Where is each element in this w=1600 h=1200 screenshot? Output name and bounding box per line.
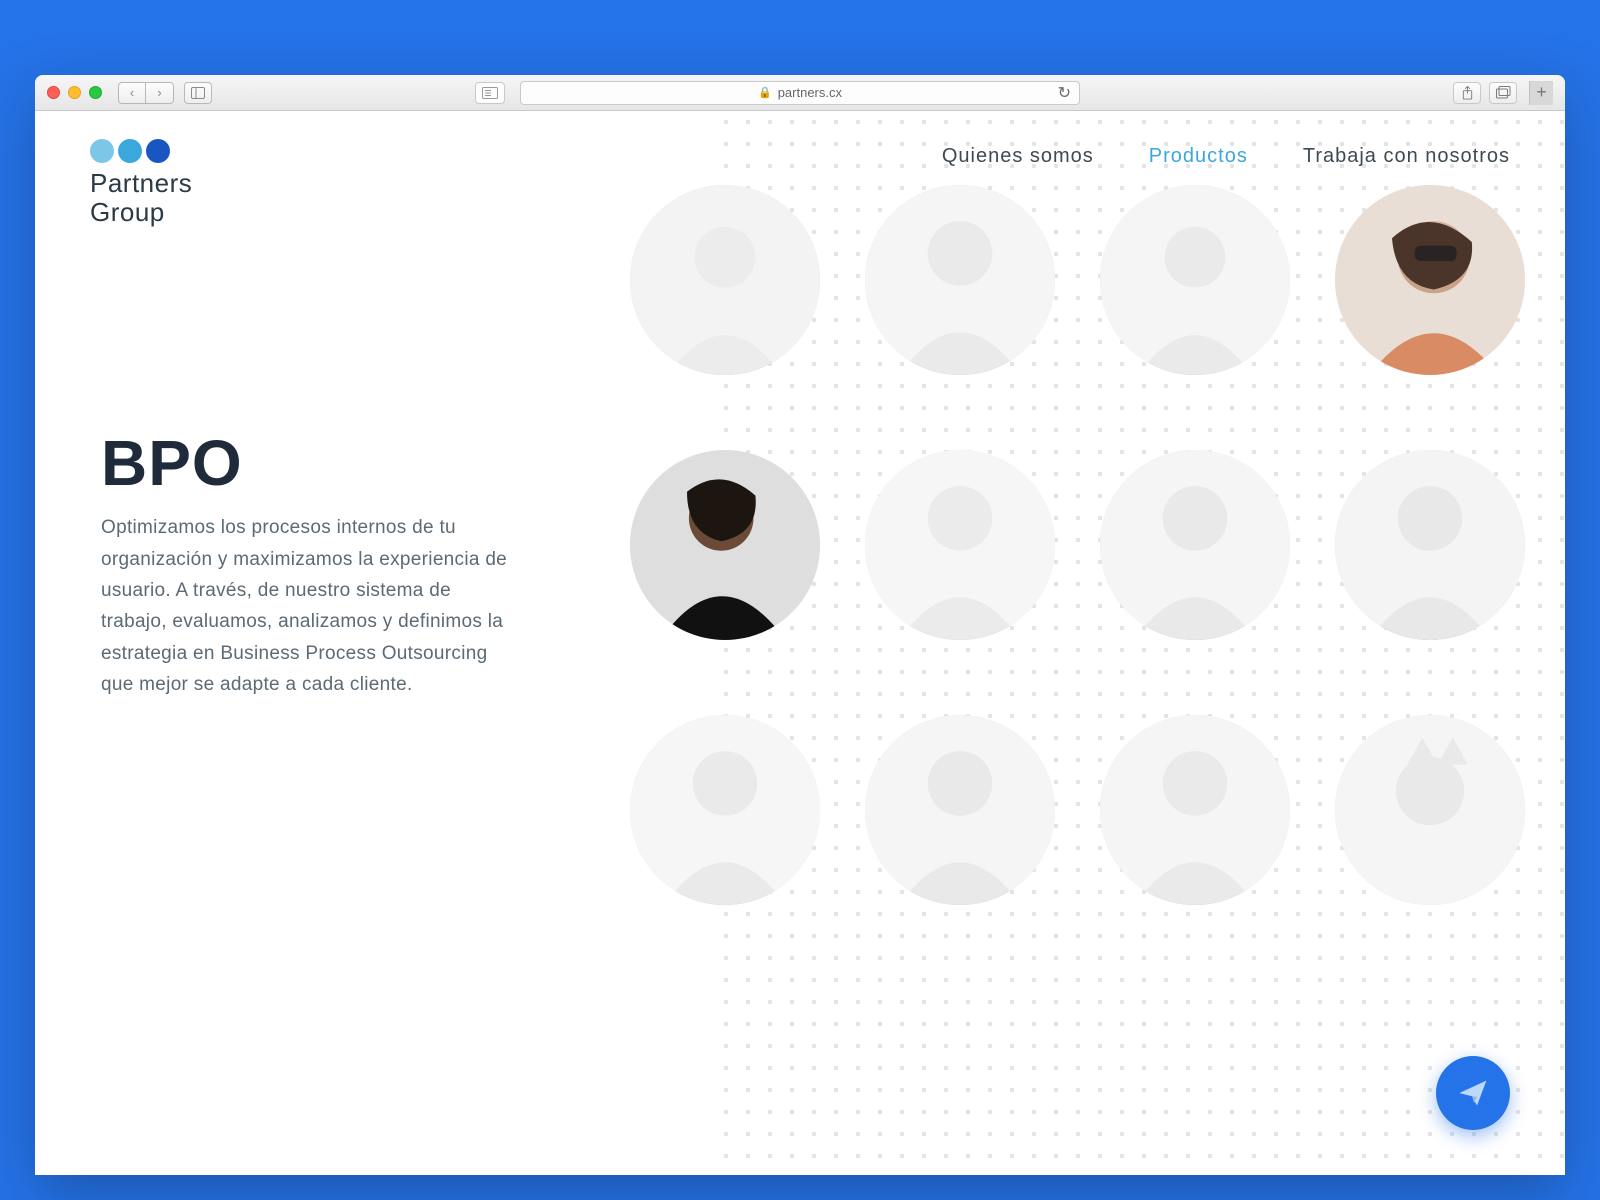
url-host: partners.cx <box>778 85 842 100</box>
share-button[interactable] <box>1453 82 1481 104</box>
avatar-cell <box>1100 450 1290 640</box>
address-bar[interactable]: 🔒 partners.cx ↻ <box>520 81 1080 105</box>
browser-titlebar: ‹ › 🔒 partners.cx ↻ + <box>35 75 1565 111</box>
avatar-cell <box>865 450 1055 640</box>
tabs-button[interactable] <box>1489 82 1517 104</box>
logo-dots <box>90 139 192 163</box>
nav-back-forward: ‹ › <box>118 82 174 104</box>
back-button[interactable]: ‹ <box>118 82 146 104</box>
minimize-window-button[interactable] <box>68 86 81 99</box>
close-window-button[interactable] <box>47 86 60 99</box>
new-tab-button[interactable]: + <box>1529 81 1553 105</box>
hero-body: Optimizamos los procesos internos de tu … <box>101 512 515 700</box>
avatar-cell <box>1100 715 1290 905</box>
maximize-window-button[interactable] <box>89 86 102 99</box>
nav-item-about[interactable]: Quienes somos <box>942 145 1094 168</box>
avatar-cell <box>1335 715 1525 905</box>
browser-window: ‹ › 🔒 partners.cx ↻ + <box>35 75 1565 1175</box>
avatar-cell <box>865 715 1055 905</box>
lock-icon: 🔒 <box>758 86 772 99</box>
window-controls <box>47 86 102 99</box>
hero-section: BPO Optimizamos los procesos internos de… <box>35 226 515 700</box>
primary-nav: Quienes somos Productos Trabaja con noso… <box>942 139 1510 168</box>
reload-button[interactable]: ↻ <box>1058 83 1071 103</box>
logo-dot-1 <box>90 139 114 163</box>
brand-line-2: Group <box>90 198 192 227</box>
site-header: Partners Group Quienes somos Productos T… <box>35 111 1565 226</box>
hero-title: BPO <box>101 426 515 500</box>
people-grid <box>630 185 1525 905</box>
brand-name: Partners Group <box>90 169 192 226</box>
sidebar-toggle-button[interactable] <box>184 82 212 104</box>
reader-mode-button[interactable] <box>475 82 505 104</box>
brand-logo[interactable]: Partners Group <box>90 139 192 226</box>
paper-plane-icon <box>1457 1077 1489 1109</box>
chat-fab[interactable] <box>1436 1056 1510 1130</box>
logo-dot-2 <box>118 139 142 163</box>
avatar-cell-highlight <box>630 450 820 640</box>
nav-item-careers[interactable]: Trabaja con nosotros <box>1303 145 1510 168</box>
avatar-cell <box>1335 450 1525 640</box>
logo-dot-3 <box>146 139 170 163</box>
forward-button[interactable]: › <box>146 82 174 104</box>
brand-line-1: Partners <box>90 169 192 198</box>
page-content: Partners Group Quienes somos Productos T… <box>35 111 1565 1175</box>
titlebar-right-controls: + <box>1453 81 1553 105</box>
avatar-cell <box>630 715 820 905</box>
nav-item-products[interactable]: Productos <box>1149 145 1248 168</box>
